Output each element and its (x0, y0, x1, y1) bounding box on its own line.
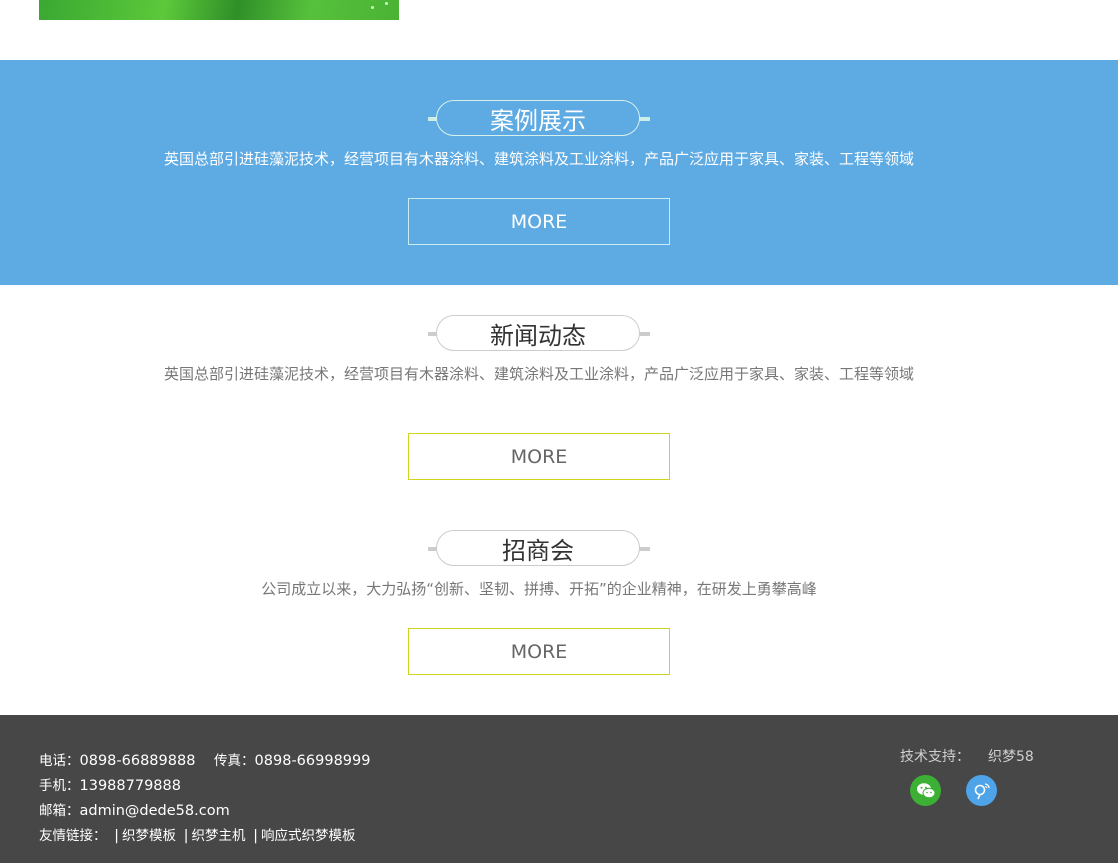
mobile-label: 手机： (39, 778, 80, 794)
friend-link-responsive-template[interactable]: 响应式织梦模板 (261, 828, 356, 844)
phone-value: 0898-66889888 (79, 753, 196, 769)
tech-support-label: 技术支持： (900, 749, 970, 765)
invest-more-button[interactable]: MORE (408, 628, 670, 675)
weibo-icon[interactable] (966, 775, 997, 806)
tech-support: 技术支持： 织梦58 (900, 746, 1034, 766)
email-label: 邮箱： (39, 803, 80, 819)
invest-description: 公司成立以来，大力弘扬“创新、坚韧、拼搏、开拓”的企业精神，在研发上勇攀高峰 (261, 580, 817, 598)
cases-title-block: 案例展示 (428, 100, 650, 138)
cases-section: 案例展示 英国总部引进硅藻泥技术，经营项目有木器涂料、建筑涂料及工业涂料，产品广… (0, 60, 1118, 285)
invest-title: 招商会 (436, 530, 640, 566)
friend-links: 友情链接： | 织梦模板 | 织梦主机 | 响应式织梦模板 (39, 824, 356, 844)
link-separator: | (253, 828, 258, 844)
footer-mobile-line: 手机：13988779888 (39, 774, 181, 794)
invest-title-block: 招商会 (428, 530, 650, 568)
fax-value: 0898-66998999 (254, 753, 371, 769)
email-value: admin@dede58.com (79, 803, 230, 819)
news-description: 英国总部引进硅藻泥技术，经营项目有木器涂料、建筑涂料及工业涂料，产品广泛应用于家… (163, 365, 914, 383)
banner-image (39, 0, 399, 20)
invest-section: 招商会 公司成立以来，大力弘扬“创新、坚韧、拼搏、开拓”的企业精神，在研发上勇攀… (0, 500, 1118, 715)
tech-support-value: 织梦58 (988, 749, 1034, 765)
phone-label: 电话： (39, 753, 80, 769)
footer-contact-line: 电话：0898-66889888 传真：0898-66998999 (39, 749, 370, 769)
link-separator: | (183, 828, 189, 844)
news-title: 新闻动态 (436, 315, 640, 351)
friend-link-dede-host[interactable]: 织梦主机 (192, 828, 246, 844)
friend-links-label: 友情链接： (39, 828, 107, 844)
fax-label: 传真： (214, 753, 255, 769)
wechat-icon[interactable] (910, 775, 941, 806)
news-title-block: 新闻动态 (428, 315, 650, 353)
cases-description: 英国总部引进硅藻泥技术，经营项目有木器涂料、建筑涂料及工业涂料，产品广泛应用于家… (163, 150, 914, 168)
link-separator: | (114, 828, 119, 844)
cases-title: 案例展示 (436, 100, 640, 136)
footer: 电话：0898-66889888 传真：0898-66998999 手机：139… (0, 715, 1118, 863)
news-section: 新闻动态 英国总部引进硅藻泥技术，经营项目有木器涂料、建筑涂料及工业涂料，产品广… (0, 285, 1118, 500)
cases-more-button[interactable]: MORE (408, 198, 670, 245)
footer-email-line: 邮箱：admin@dede58.com (39, 799, 230, 819)
friend-link-dede-template[interactable]: 织梦模板 (122, 828, 176, 844)
mobile-value: 13988779888 (79, 778, 181, 794)
news-more-button[interactable]: MORE (408, 433, 670, 480)
